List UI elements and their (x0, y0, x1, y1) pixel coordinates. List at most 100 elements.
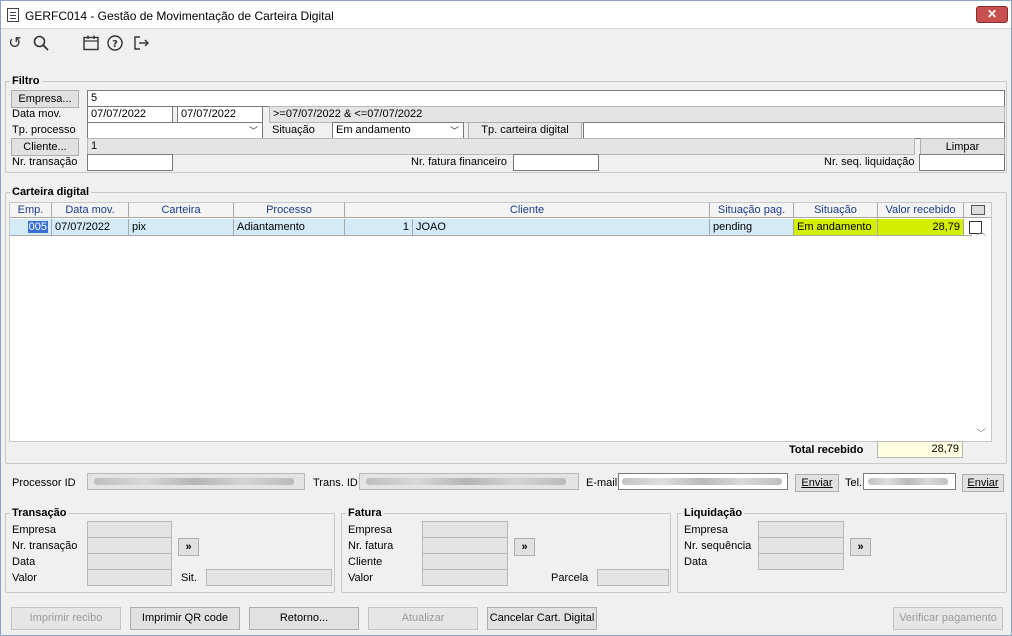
filtro-legend: Filtro (12, 75, 40, 87)
help-icon[interactable]: ? (105, 34, 125, 54)
nr-transacao-input[interactable] (87, 154, 173, 171)
col-select-all[interactable] (964, 203, 991, 218)
tel-label: Tel. (845, 477, 863, 489)
total-recebido-value: 28,79 (877, 441, 963, 458)
close-button[interactable]: ✕ (976, 6, 1008, 23)
data-mov-to-input[interactable]: 07/07/2022 (177, 106, 263, 123)
cancelar-cart-digital-button[interactable]: Cancelar Cart. Digital (487, 607, 597, 630)
transacao-legend: Transação (12, 507, 67, 519)
cell-carteira[interactable]: pix (129, 219, 234, 236)
calendar-icon[interactable] (81, 34, 101, 54)
cell-emp[interactable]: 005 (10, 219, 52, 236)
title-bar: GERFC014 - Gestão de Movimentação de Car… (1, 1, 1011, 29)
transacao-valor-input (87, 569, 172, 586)
processor-id-label: Processor ID (12, 477, 76, 489)
fatura-nr-input (422, 537, 508, 554)
liquidacao-go-button[interactable]: » (850, 538, 871, 556)
cell-cliente-nome[interactable]: JOAO (413, 219, 710, 236)
situacao-select[interactable]: Em andamento ﹀ (332, 122, 464, 139)
trans-id-input (359, 473, 579, 490)
liquidacao-data-input (758, 553, 844, 570)
toolbar: ↺ ? (1, 30, 1011, 58)
nr-seq-liquidacao-input[interactable] (919, 154, 1005, 171)
chevron-down-icon: ﹀ (449, 126, 459, 136)
transacao-empresa-label: Empresa (12, 524, 57, 536)
exit-icon[interactable] (131, 34, 151, 54)
enviar-email-button[interactable]: Enviar (795, 474, 839, 492)
cell-situacao-pag[interactable]: pending (710, 219, 794, 236)
nr-fatura-financeiro-input[interactable] (513, 154, 599, 171)
col-situacao[interactable]: Situação (794, 203, 878, 218)
transacao-go-button[interactable]: » (178, 538, 199, 556)
liquidacao-legend: Liquidação (684, 507, 743, 519)
tp-carteira-input[interactable] (583, 122, 1005, 139)
transacao-empresa-input (87, 521, 172, 538)
transacao-sit-label: Sit. (181, 572, 197, 584)
atualizar-button[interactable]: Atualizar (368, 607, 478, 630)
imprimir-qr-code-button[interactable]: Imprimir QR code (130, 607, 240, 630)
enviar-tel-button[interactable]: Enviar (962, 474, 1004, 492)
col-carteira[interactable]: Carteira (129, 203, 234, 218)
liquidacao-empresa-label: Empresa (684, 524, 729, 536)
liquidacao-nr-sequencia-input (758, 537, 844, 554)
nr-seq-liquidacao-label: Nr. seq. liquidação (824, 156, 915, 168)
retorno-button[interactable]: Retorno... (249, 607, 359, 630)
processor-id-input (87, 473, 305, 490)
col-data-mov[interactable]: Data mov. (52, 203, 129, 218)
cell-cliente-codigo[interactable]: 1 (345, 219, 413, 236)
transacao-nr-input (87, 537, 172, 554)
data-mov-label: Data mov. (12, 108, 62, 120)
col-valor-recebido[interactable]: Valor recebido (878, 203, 964, 218)
chevron-up-icon[interactable]: ︿ (976, 223, 986, 238)
col-situacao-pag[interactable]: Situação pag. (710, 203, 794, 218)
data-mov-from-input[interactable]: 07/07/2022 (87, 106, 173, 123)
fatura-go-button[interactable]: » (514, 538, 535, 556)
cliente-input: 1 (87, 138, 915, 155)
col-emp[interactable]: Emp. (10, 203, 52, 218)
col-processo[interactable]: Processo (234, 203, 345, 218)
cell-situacao[interactable]: Em andamento (794, 219, 878, 236)
fatura-valor-label: Valor (348, 572, 373, 584)
cell-data-mov[interactable]: 07/07/2022 (52, 219, 129, 236)
verificar-pagamento-button[interactable]: Verificar pagamento (893, 607, 1003, 630)
situacao-value: Em andamento (336, 124, 411, 136)
cliente-button[interactable]: Cliente... (11, 138, 79, 156)
tel-input[interactable] (863, 473, 956, 490)
transacao-sit-input (206, 569, 332, 586)
fatura-cliente-label: Cliente (348, 556, 383, 568)
total-recebido-label: Total recebido (789, 444, 864, 456)
document-icon (7, 8, 19, 22)
imprimir-recibo-button[interactable]: Imprimir recibo (11, 607, 121, 630)
col-cliente[interactable]: Cliente (345, 203, 710, 218)
liquidacao-empresa-input (758, 521, 844, 538)
situacao-label: Situação (272, 124, 315, 136)
enviar-email-label: Enviar (801, 477, 833, 489)
liquidacao-data-label: Data (684, 556, 708, 568)
cell-processo[interactable]: Adiantamento (234, 219, 345, 236)
tp-processo-label: Tp. processo (12, 124, 76, 136)
tp-processo-select[interactable]: ﹀ (87, 122, 263, 139)
empresa-input[interactable]: 5 (87, 90, 1005, 107)
app-window: GERFC014 - Gestão de Movimentação de Car… (0, 0, 1012, 636)
fatura-valor-input (422, 569, 508, 586)
enviar-tel-label: Enviar (967, 477, 999, 489)
fatura-legend: Fatura (348, 507, 382, 519)
vertical-scrollbar[interactable]: ︿ ﹀ (972, 219, 990, 441)
select-all-checkbox[interactable] (970, 205, 985, 215)
cell-valor-recebido[interactable]: 28,79 (878, 219, 964, 236)
search-icon[interactable] (31, 34, 51, 54)
empresa-button[interactable]: Empresa... (11, 90, 79, 108)
transacao-nr-label: Nr. transação (12, 540, 78, 552)
refresh-icon[interactable]: ↺ (5, 34, 25, 54)
fatura-empresa-label: Empresa (348, 524, 393, 536)
transacao-data-input (87, 553, 172, 570)
email-input[interactable] (618, 473, 788, 490)
transacao-valor-label: Valor (12, 572, 37, 584)
transacao-data-label: Data (12, 556, 36, 568)
fatura-parcela-label: Parcela (551, 572, 589, 584)
data-mov-expression: >=07/07/2022 & <=07/07/2022 (269, 106, 1005, 123)
fatura-empresa-input (422, 521, 508, 538)
chevron-down-icon[interactable]: ﹀ (976, 425, 986, 440)
cell-emp-value: 005 (27, 221, 48, 233)
carteira-grid: Emp. Data mov. Carteira Processo Cliente… (9, 202, 992, 442)
